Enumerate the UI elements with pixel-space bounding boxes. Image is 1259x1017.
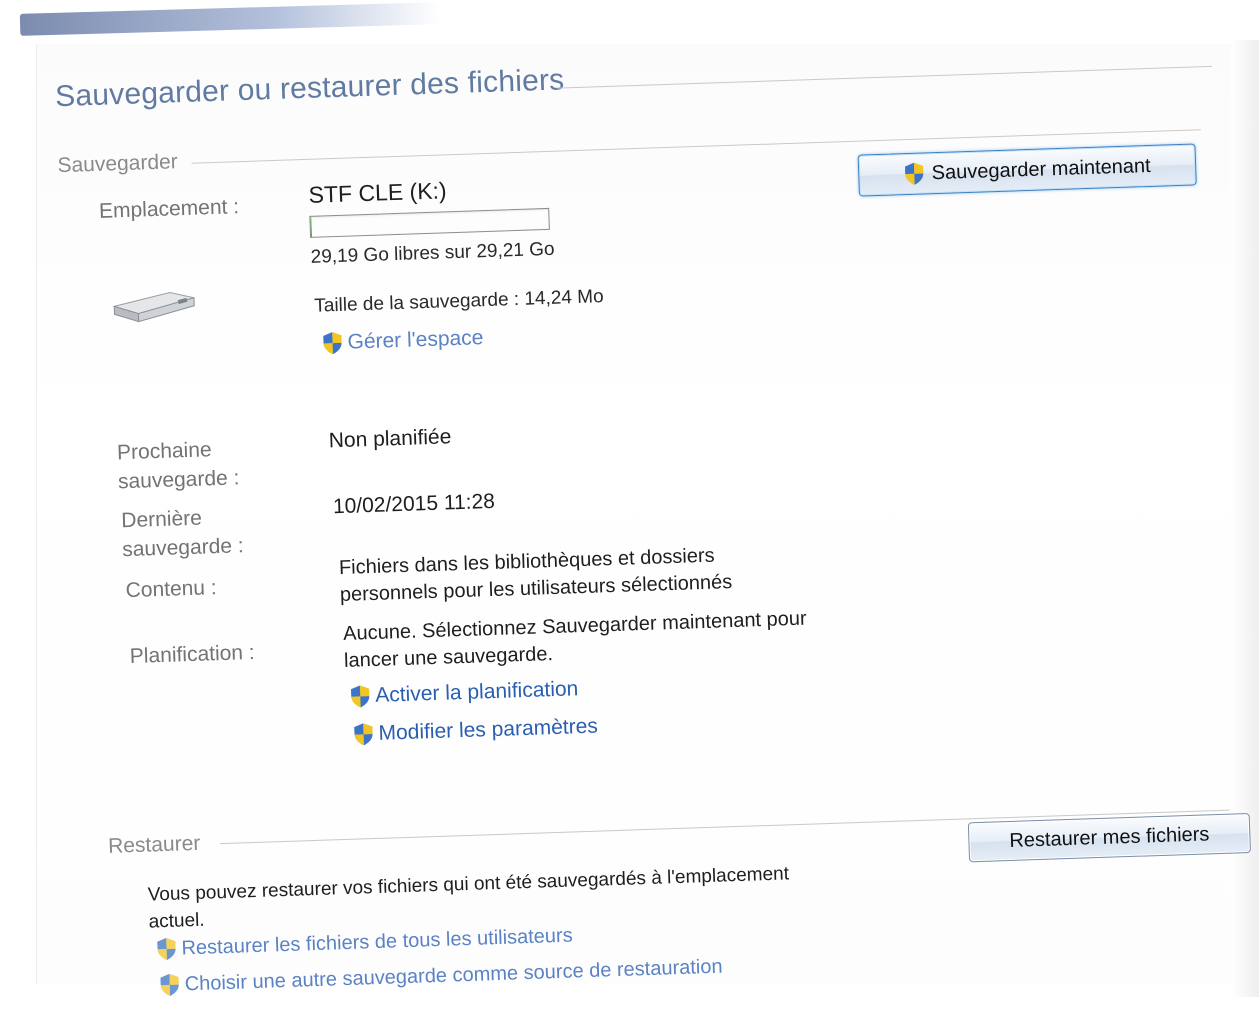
- schedule-value: Aucune. Sélectionnez Sauvegarder mainten…: [343, 606, 808, 675]
- uac-shield-icon: [903, 161, 926, 186]
- drive-usage-bar: [309, 207, 550, 238]
- usb-drive-icon: [112, 292, 195, 323]
- uac-shield-icon: [352, 722, 375, 747]
- manage-space-label: Gérer l'espace: [347, 326, 484, 354]
- location-label: Emplacement :: [98, 195, 240, 223]
- restore-description: Vous pouvez restaurer vos fichiers qui o…: [147, 860, 790, 935]
- drive-usage-fill: [310, 216, 313, 237]
- next-backup-label-line2: sauvegarde :: [117, 466, 240, 494]
- restore-my-files-button[interactable]: Restaurer mes fichiers: [967, 813, 1251, 863]
- choose-other-backup-link[interactable]: Choisir une autre sauvegarde comme sourc…: [158, 955, 723, 998]
- contents-label: Contenu :: [125, 576, 218, 603]
- backup-now-label: Sauvegarder maintenant: [931, 154, 1151, 184]
- next-backup-label-line1: Prochaine: [116, 438, 212, 465]
- backup-size-text: Taille de la sauvegarde : 14,24 Mo: [313, 286, 604, 317]
- backup-section-label: Sauvegarder: [57, 150, 179, 178]
- uac-shield-icon: [158, 973, 181, 998]
- last-backup-label-line2: sauvegarde :: [121, 534, 245, 562]
- last-backup-label-line1: Dernière: [120, 506, 203, 533]
- uac-shield-icon: [349, 684, 372, 709]
- page-title: Sauvegarder ou restaurer des fichiers: [54, 63, 565, 114]
- last-backup-value: 10/02/2015 11:28: [332, 489, 496, 519]
- restore-my-files-label: Restaurer mes fichiers: [1009, 822, 1210, 852]
- enable-schedule-link[interactable]: Activer la planification: [349, 677, 579, 709]
- schedule-label: Planification :: [129, 640, 256, 669]
- uac-shield-icon: [321, 331, 344, 356]
- next-backup-label: Prochaine sauvegarde :: [117, 434, 240, 496]
- change-settings-label: Modifier les paramètres: [378, 714, 599, 745]
- restore-section-label: Restaurer: [107, 831, 201, 858]
- uac-shield-icon: [155, 937, 178, 962]
- title-divider: [557, 65, 1212, 89]
- drive-name: STF CLE (K:): [308, 177, 448, 208]
- enable-schedule-label: Activer la planification: [374, 677, 579, 707]
- last-backup-label: Dernière sauvegarde :: [121, 502, 244, 564]
- change-settings-link[interactable]: Modifier les paramètres: [352, 715, 598, 747]
- free-space-text: 29,19 Go libres sur 29,21 Go: [310, 238, 555, 268]
- contents-value: Fichiers dans les bibliothèques et dossi…: [339, 542, 733, 609]
- manage-space-link[interactable]: Gérer l'espace: [321, 326, 484, 355]
- next-backup-value: Non planifiée: [328, 425, 452, 453]
- backup-restore-content: Sauvegarder ou restaurer des fichiers Sa…: [0, 0, 1259, 1017]
- backup-now-button[interactable]: Sauvegarder maintenant: [857, 143, 1197, 197]
- choose-other-backup-label: Choisir une autre sauvegarde comme sourc…: [184, 955, 723, 995]
